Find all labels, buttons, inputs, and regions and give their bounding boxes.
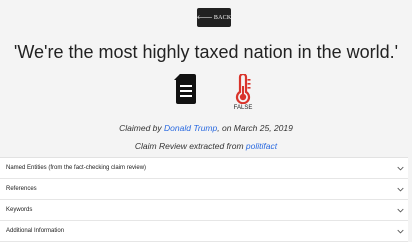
accordion-references[interactable]: References xyxy=(0,179,408,200)
chevron-down-icon xyxy=(397,166,404,171)
accordion-keywords[interactable]: Keywords xyxy=(0,200,408,221)
claimed-by-line: Claimed by Donald Trump, on March 25, 20… xyxy=(0,123,412,133)
claimed-date: , on March 25, 2019 xyxy=(217,123,293,133)
details-accordion: Named Entities (from the fact-checking c… xyxy=(0,157,408,242)
accordion-label: Additional Information xyxy=(6,228,65,234)
accordion-additional-information[interactable]: Additional Information xyxy=(0,221,408,242)
back-button-label: BACK xyxy=(213,14,232,21)
accordion-named-entities[interactable]: Named Entities (from the fact-checking c… xyxy=(0,158,408,179)
claimant-link[interactable]: Donald Trump xyxy=(164,123,217,133)
review-prefix: Claim Review extracted from xyxy=(134,141,246,151)
accordion-label: References xyxy=(6,186,37,192)
claimed-by-prefix: Claimed by xyxy=(119,123,165,133)
document-icon xyxy=(174,74,196,104)
review-source-line: Claim Review extracted from politifact xyxy=(0,141,412,151)
accordion-label: Keywords xyxy=(6,207,33,213)
thermometer-icon xyxy=(235,74,251,104)
accordion-label: Named Entities (from the fact-checking c… xyxy=(6,165,147,171)
chevron-down-icon xyxy=(397,229,404,234)
back-button[interactable]: 🡐 BACK xyxy=(197,8,231,27)
claim-quote: 'We're the most highly taxed nation in t… xyxy=(13,42,399,62)
verdict-label: FALSE xyxy=(233,105,253,111)
arrow-left-icon: 🡐 xyxy=(196,15,213,21)
chevron-down-icon xyxy=(397,187,404,192)
chevron-down-icon xyxy=(397,208,404,213)
review-source-link[interactable]: politifact xyxy=(246,141,277,151)
